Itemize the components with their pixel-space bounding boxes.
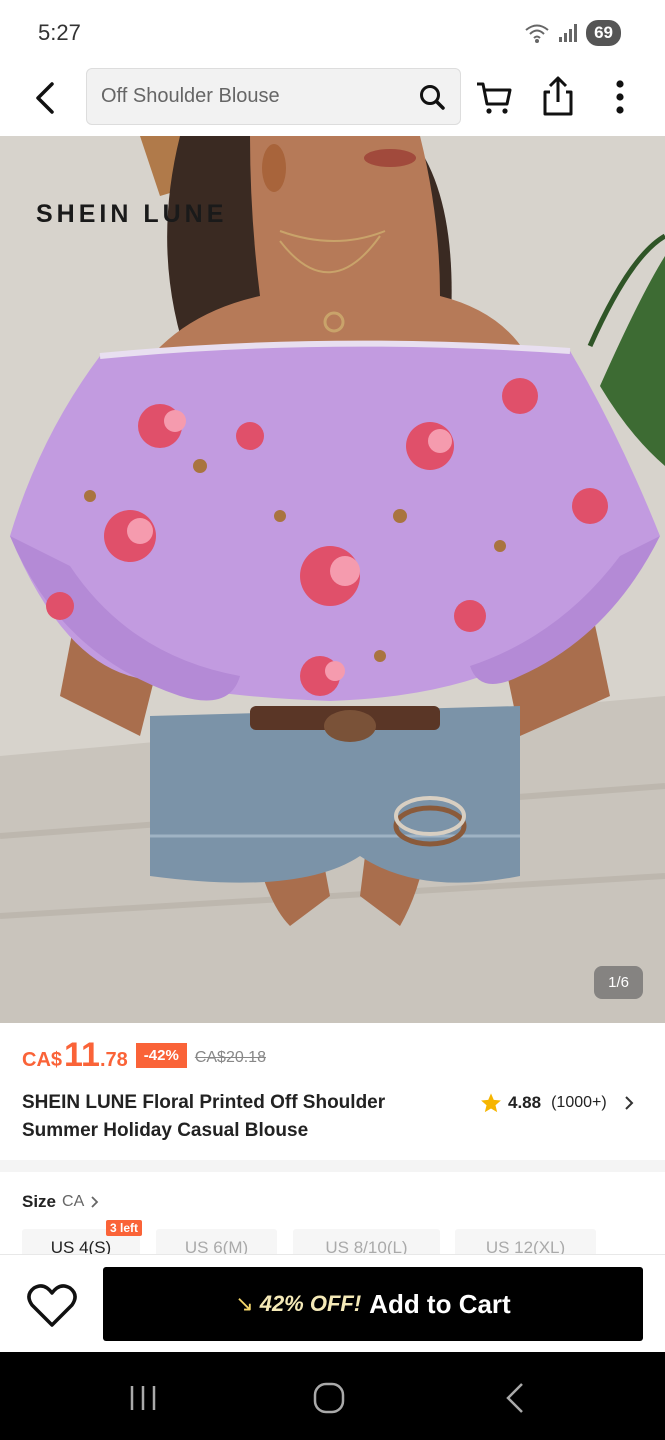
search-input[interactable]	[101, 69, 401, 124]
share-button[interactable]	[538, 74, 578, 118]
promo-text: 42% OFF!	[259, 1291, 362, 1316]
signal-icon	[559, 24, 578, 42]
section-divider	[0, 1160, 665, 1172]
trend-down-icon: ↘	[235, 1291, 254, 1316]
back-arrow-icon	[36, 82, 54, 114]
more-vertical-icon	[616, 80, 624, 114]
chevron-right-icon	[91, 1196, 99, 1208]
home-icon	[313, 1382, 345, 1414]
top-nav	[0, 64, 665, 136]
cart-icon	[477, 82, 512, 114]
wifi-icon	[525, 24, 549, 43]
status-bar: 5:27 69	[0, 0, 665, 64]
rating-value: 4.88	[508, 1093, 542, 1112]
star-icon	[481, 1093, 501, 1113]
cart-button[interactable]	[474, 78, 514, 118]
product-title: SHEIN LUNE Floral Printed Off Shoulder S…	[22, 1092, 386, 1141]
product-image[interactable]: SHEIN LUNE 1/6	[0, 136, 665, 1023]
rating-count: (1000+)	[551, 1094, 607, 1111]
battery-indicator: 69	[586, 20, 621, 46]
back-button[interactable]	[26, 78, 66, 118]
system-back-button[interactable]	[496, 1378, 536, 1418]
product-photo-illustration	[0, 136, 665, 1023]
share-icon	[543, 76, 573, 116]
status-time: 5:27	[38, 20, 81, 45]
home-button[interactable]	[309, 1378, 349, 1418]
price-currency: CA$	[22, 1049, 63, 1071]
recent-apps-icon	[130, 1386, 156, 1410]
add-to-cart-label: Add to Cart	[369, 1288, 511, 1319]
wishlist-button[interactable]	[26, 1283, 78, 1329]
system-nav-bar	[0, 1352, 665, 1440]
discount-badge: -42%	[135, 1043, 187, 1068]
add-to-cart-button[interactable]: ↘ 42% OFF! Add to Cart	[103, 1267, 643, 1341]
price-row: CA$ 11 .78 -42% CA$20.18	[22, 1036, 266, 1076]
search-icon[interactable]	[418, 83, 446, 111]
status-icons: 69	[524, 20, 621, 46]
size-label: Size	[22, 1192, 57, 1211]
image-counter: 1/6	[594, 966, 643, 999]
heart-icon	[27, 1284, 77, 1327]
size-region: CA	[62, 1193, 85, 1210]
rating-summary[interactable]: 4.88 (1000+)	[480, 1092, 635, 1114]
original-price: CA$20.18	[194, 1049, 266, 1066]
price-main: 11	[64, 1036, 100, 1074]
size-header[interactable]: Size CA	[22, 1192, 100, 1212]
chevron-right-icon	[624, 1096, 634, 1110]
stock-tag: 3 left	[106, 1220, 143, 1236]
back-chevron-icon	[506, 1383, 523, 1413]
brand-watermark: SHEIN LUNE	[36, 200, 228, 228]
recent-apps-button[interactable]	[124, 1378, 164, 1418]
search-box[interactable]	[86, 68, 461, 125]
more-options-button[interactable]	[600, 76, 640, 120]
price-cents: .78	[99, 1049, 128, 1071]
bottom-action-bar: ↘ 42% OFF! Add to Cart	[0, 1254, 665, 1352]
